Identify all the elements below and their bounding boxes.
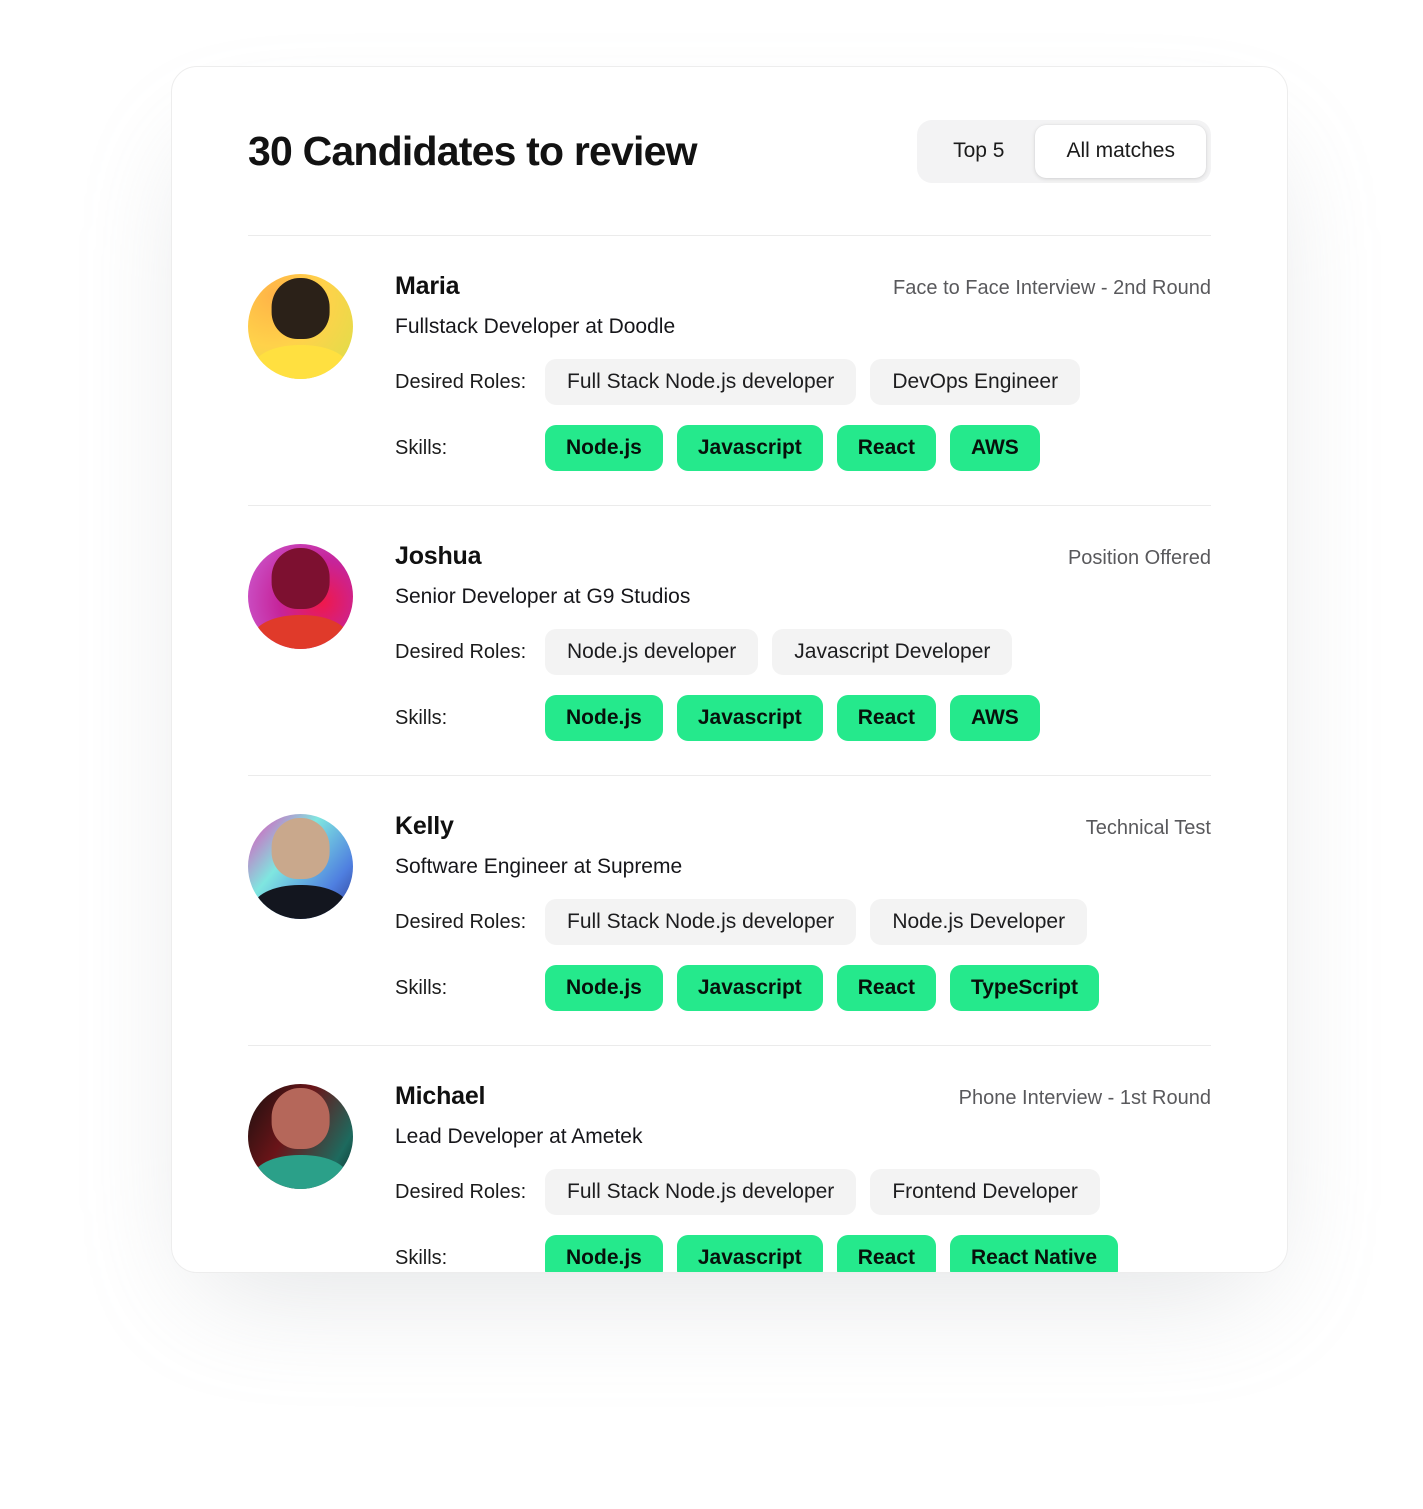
skill-chip-group: Node.js Javascript React React Native — [545, 1235, 1119, 1272]
skill-chip[interactable]: Node.js — [545, 965, 663, 1011]
candidate-headline: Lead Developer at Ametek — [395, 1125, 643, 1148]
skill-chip[interactable]: TypeScript — [949, 965, 1099, 1011]
skills-row: Skills: Node.js Javascript React React Nativ… — [395, 1235, 1211, 1272]
desired-roles-row: Desired Roles: Full Stack Node.js develop… — [395, 899, 1211, 945]
desired-roles-row: Desired Roles: Full Stack Node.js develop… — [395, 1169, 1211, 1215]
candidate-name-row: Joshua Position Offered — [395, 542, 1211, 571]
candidate-name[interactable]: Maria — [395, 272, 460, 301]
candidates-card: 30 Candidates to review Top 5 All matches… — [171, 66, 1288, 1273]
desired-roles-label: Desired Roles: — [395, 910, 527, 933]
avatar-head-shape — [271, 278, 330, 340]
candidate-details: Maria Face to Face Interview - 2nd Round F… — [353, 272, 1211, 471]
card-header: 30 Candidates to review Top 5 All matches — [172, 67, 1287, 235]
skill-chip[interactable]: React — [836, 425, 936, 471]
skill-chip[interactable]: React — [836, 695, 936, 741]
desired-roles-row: Desired Roles: Full Stack Node.js develop… — [395, 359, 1211, 405]
skills-label: Skills: — [395, 1246, 448, 1269]
avatar-head-shape — [271, 548, 330, 610]
candidate-name[interactable]: Kelly — [395, 812, 454, 841]
toggle-option-all-matches[interactable]: All matches — [1035, 124, 1206, 178]
role-chip-group: Full Stack Node.js developer Frontend Dev… — [545, 1169, 1100, 1215]
role-chip-group: Node.js developer Javascript Developer — [545, 629, 1013, 675]
skills-label: Skills: — [395, 976, 448, 999]
skill-chip[interactable]: React — [836, 965, 936, 1011]
role-chip[interactable]: Full Stack Node.js developer — [545, 359, 857, 405]
skill-chip[interactable]: Javascript — [676, 425, 823, 471]
candidate-headline: Senior Developer at G9 Studios — [395, 585, 691, 608]
avatar-body-shape — [252, 345, 349, 379]
skills-row: Skills: Node.js Javascript React TypeScript — [395, 965, 1211, 1011]
candidate-headline: Fullstack Developer at Doodle — [395, 315, 676, 338]
skill-chip-group: Node.js Javascript React AWS — [545, 425, 1040, 471]
avatar-head-shape — [271, 818, 330, 880]
skill-chip[interactable]: React Native — [949, 1235, 1119, 1272]
candidate-row[interactable]: Kelly Technical Test Software Engineer at … — [248, 775, 1211, 1045]
screen: 30 Candidates to review Top 5 All matches… — [0, 0, 1423, 1509]
desired-roles-label: Desired Roles: — [395, 640, 527, 663]
role-chip[interactable]: Javascript Developer — [772, 629, 1013, 675]
candidate-name[interactable]: Joshua — [395, 542, 482, 571]
candidate-row[interactable]: Michael Phone Interview - 1st Round Lead D… — [248, 1045, 1211, 1272]
skills-row: Skills: Node.js Javascript React AWS — [395, 425, 1211, 471]
avatar-michael[interactable] — [248, 1084, 353, 1189]
skills-row: Skills: Node.js Javascript React AWS — [395, 695, 1211, 741]
skill-chip[interactable]: Javascript — [676, 965, 823, 1011]
role-chip[interactable]: Node.js Developer — [870, 899, 1088, 945]
avatar-body-shape — [252, 615, 349, 649]
role-chip-group: Full Stack Node.js developer DevOps Engin… — [545, 359, 1081, 405]
candidate-details: Joshua Position Offered Senior Developer a… — [353, 542, 1211, 741]
avatar-head-shape — [271, 1088, 330, 1150]
candidate-name-row: Kelly Technical Test — [395, 812, 1211, 841]
avatar-body-shape — [252, 1155, 349, 1189]
skill-chip[interactable]: Javascript — [676, 695, 823, 741]
role-chip[interactable]: Node.js developer — [545, 629, 759, 675]
status-badge: Face to Face Interview - 2nd Round — [893, 277, 1211, 299]
skill-chip-group: Node.js Javascript React AWS — [545, 695, 1040, 741]
skill-chip[interactable]: AWS — [949, 695, 1040, 741]
avatar-kelly[interactable] — [248, 814, 353, 919]
skill-chip[interactable]: Node.js — [545, 1235, 663, 1272]
skill-chip[interactable]: Node.js — [545, 425, 663, 471]
skill-chip[interactable]: AWS — [949, 425, 1040, 471]
candidate-headline: Software Engineer at Supreme — [395, 855, 683, 878]
status-badge: Technical Test — [1085, 817, 1211, 839]
desired-roles-label: Desired Roles: — [395, 370, 527, 393]
role-chip[interactable]: Frontend Developer — [870, 1169, 1100, 1215]
skill-chip[interactable]: Node.js — [545, 695, 663, 741]
candidate-name-row: Michael Phone Interview - 1st Round — [395, 1082, 1211, 1111]
candidate-name[interactable]: Michael — [395, 1082, 486, 1111]
role-chip[interactable]: Full Stack Node.js developer — [545, 899, 857, 945]
avatar-body-shape — [252, 885, 349, 919]
candidate-row[interactable]: Maria Face to Face Interview - 2nd Round F… — [248, 235, 1211, 505]
toggle-option-top-5[interactable]: Top 5 — [922, 125, 1035, 178]
skill-chip-group: Node.js Javascript React TypeScript — [545, 965, 1099, 1011]
match-filter-toggle[interactable]: Top 5 All matches — [917, 119, 1211, 183]
avatar-maria[interactable] — [248, 274, 353, 379]
candidate-details: Kelly Technical Test Software Engineer at … — [353, 812, 1211, 1011]
candidate-name-row: Maria Face to Face Interview - 2nd Round — [395, 272, 1211, 301]
role-chip[interactable]: Full Stack Node.js developer — [545, 1169, 857, 1215]
skills-label: Skills: — [395, 706, 448, 729]
candidate-details: Michael Phone Interview - 1st Round Lead D… — [353, 1082, 1211, 1272]
desired-roles-row: Desired Roles: Node.js developer Javascrip… — [395, 629, 1211, 675]
skills-label: Skills: — [395, 436, 448, 459]
role-chip-group: Full Stack Node.js developer Node.js Deve… — [545, 899, 1088, 945]
avatar-joshua[interactable] — [248, 544, 353, 649]
candidate-list: Maria Face to Face Interview - 2nd Round F… — [172, 235, 1287, 1272]
skill-chip[interactable]: React — [836, 1235, 936, 1272]
role-chip[interactable]: DevOps Engineer — [870, 359, 1081, 405]
skill-chip[interactable]: Javascript — [676, 1235, 823, 1272]
candidate-row[interactable]: Joshua Position Offered Senior Developer a… — [248, 505, 1211, 775]
page-title: 30 Candidates to review — [248, 127, 698, 174]
status-badge: Phone Interview - 1st Round — [958, 1087, 1211, 1109]
status-badge: Position Offered — [1067, 547, 1211, 569]
desired-roles-label: Desired Roles: — [395, 1180, 527, 1203]
